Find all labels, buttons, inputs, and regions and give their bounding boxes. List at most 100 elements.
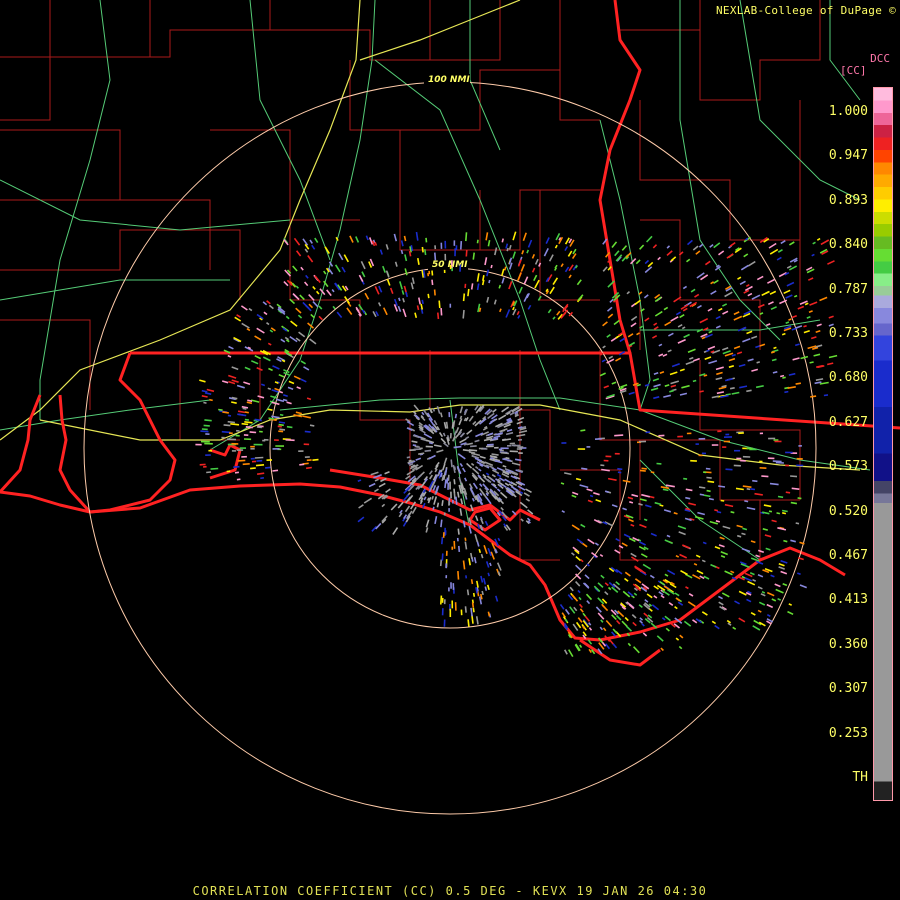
colorbar-tick-label: 0.253 — [828, 725, 868, 741]
radar-echoes — [195, 231, 838, 658]
radar-echo-bin — [669, 389, 674, 393]
radar-echo-bin — [237, 459, 246, 462]
radar-echo-bin — [578, 596, 582, 601]
radar-echo-bin — [781, 332, 786, 336]
radar-echo-bin — [780, 559, 788, 564]
radar-echo-bin — [416, 305, 420, 311]
radar-echo-bin — [624, 577, 629, 582]
radar-echo-bin — [647, 261, 654, 268]
radar-echo-bin — [503, 523, 507, 527]
radar-echo-bin — [756, 275, 764, 281]
radar-echo-bin — [379, 249, 383, 255]
radar-echo-bin — [404, 268, 408, 276]
radar-echo-bin — [445, 421, 449, 429]
radar-echo-bin — [571, 524, 580, 531]
radar-echo-bin — [361, 271, 366, 278]
radar-echo-bin — [514, 458, 522, 462]
radar-echo-bin — [766, 323, 771, 327]
radar-echo-bin — [479, 492, 483, 497]
radar-echo-bin — [628, 518, 634, 523]
radar-echo-bin — [567, 250, 573, 257]
radar-echo-bin — [572, 623, 579, 632]
radar-echo-bin — [670, 384, 677, 388]
radar-echo-bin — [311, 244, 316, 250]
radar-echo-bin — [715, 377, 723, 381]
radar-echo-bin — [572, 491, 579, 496]
colorbar-tick-label: 0.467 — [828, 548, 868, 563]
radar-echo-bin — [738, 363, 746, 368]
radar-echo-bin — [305, 274, 309, 279]
radar-echo-bin — [433, 444, 442, 448]
radar-echo-bin — [286, 401, 292, 405]
radar-echo-bin — [703, 494, 711, 498]
radar-echo-bin — [402, 308, 407, 318]
radar-echo-bin — [791, 315, 797, 319]
radar-echo-bin — [210, 467, 219, 470]
radar-echo-bin — [767, 278, 776, 284]
radar-echo-bin — [716, 510, 722, 514]
radar-echo-bin — [408, 250, 412, 257]
radar-echo-bin — [682, 307, 688, 312]
radar-echo-bin — [429, 474, 433, 480]
radar-echo-bin — [520, 518, 524, 522]
radar-echo-bin — [614, 250, 620, 257]
radar-echo-bin — [686, 258, 691, 263]
radar-echo-bin — [760, 593, 766, 597]
radar-echo-bin — [782, 582, 788, 587]
radar-echo-bin — [663, 306, 669, 311]
radar-echo-bin — [771, 519, 777, 523]
radar-echo-bin — [718, 250, 725, 256]
radar-echo-bin — [644, 259, 650, 265]
radar-echo-bin — [675, 597, 681, 602]
radar-echo-bin — [653, 371, 659, 376]
radar-echo-bin — [480, 553, 484, 559]
radar-echo-bin — [695, 554, 701, 558]
radar-echo-bin — [621, 245, 628, 251]
radar-echo-bin — [441, 474, 445, 481]
radar-echo-bin — [304, 430, 311, 433]
radar-echo-bin — [690, 288, 696, 293]
radar-echo-bin — [486, 296, 490, 303]
radar-echo-bin — [545, 237, 550, 244]
radar-echo-bin — [644, 266, 653, 274]
radar-echo-bin — [246, 328, 251, 332]
radar-echo-bin — [206, 388, 215, 393]
radar-echo-bin — [382, 265, 386, 273]
radar-echo-bin — [440, 595, 443, 605]
radar-echo-bin — [649, 495, 655, 499]
radar-echo-bin — [378, 482, 386, 488]
radar-echo-bin — [687, 348, 696, 354]
radar-echo-bin — [505, 243, 509, 249]
radar-echo-bin — [547, 308, 552, 314]
radar-echo-bin — [718, 485, 726, 488]
radar-echo-bin — [584, 574, 590, 580]
radar-echo-bin — [487, 432, 494, 436]
radar-echo-bin — [575, 581, 581, 587]
radar-echo-bin — [296, 386, 301, 390]
radar-echo-bin — [788, 372, 796, 376]
radar-echo-bin — [783, 539, 788, 543]
radar-echo-bin — [579, 484, 589, 489]
radar-echo-bin — [607, 313, 614, 319]
radar-echo-bin — [744, 500, 749, 503]
radar-echo-bin — [360, 260, 366, 270]
radar-echo-bin — [503, 266, 507, 271]
radar-echo-bin — [681, 326, 686, 330]
radar-echo-bin — [661, 617, 666, 621]
radar-echo-bin — [209, 398, 213, 402]
radar-echo-bin — [575, 564, 582, 571]
radar-echo-bin — [234, 316, 242, 322]
radar-echo-bin — [665, 484, 675, 488]
radar-echo-bin — [587, 499, 593, 503]
radar-echo-bin — [611, 381, 617, 385]
radar-echo-bin — [770, 350, 775, 354]
radar-echo-bin — [499, 308, 502, 313]
colorbar-tick-label: 0.893 — [828, 192, 868, 208]
radar-echo-bin — [496, 488, 501, 493]
radar-echo-bin — [714, 509, 718, 512]
radar-echo-bin — [778, 563, 785, 567]
radar-echo-bin — [675, 637, 680, 641]
radar-echo-bin — [722, 525, 731, 530]
radar-echo-bin — [315, 290, 320, 295]
radar-echo-bin — [305, 466, 312, 470]
